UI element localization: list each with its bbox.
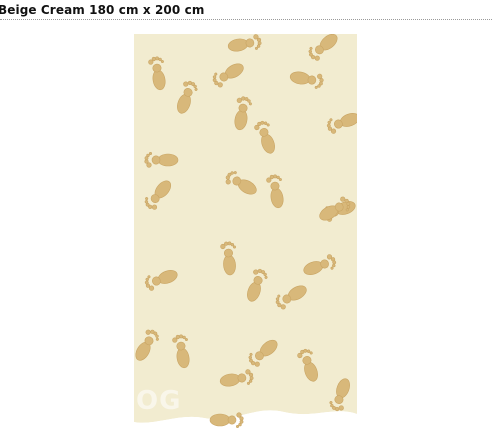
product-title: Beige Cream 180 cm x 200 cm [0,3,205,17]
title-divider [0,19,492,20]
product-image[interactable]: OG ntinevna [134,34,357,445]
watermark-text: ntinevna [134,422,178,433]
shower-curtain-picture [134,34,357,445]
watermark-logo: OG [136,386,182,416]
